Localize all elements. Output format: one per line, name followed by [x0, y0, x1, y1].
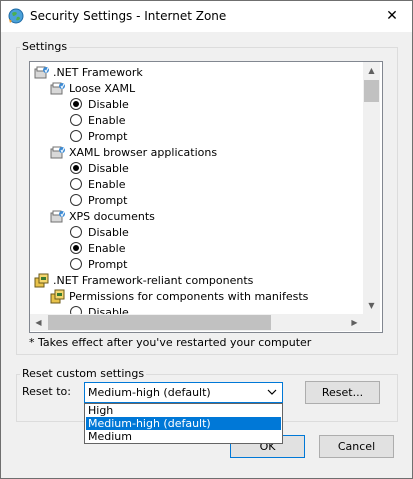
settings-group-label: Settings	[20, 40, 70, 53]
tree-node-label: .NET Framework	[53, 66, 143, 79]
scroll-corner	[363, 314, 380, 331]
radio-label: Prompt	[88, 258, 128, 271]
radio-label: Disable	[88, 162, 129, 175]
horizontal-scroll-thumb[interactable]	[48, 315, 271, 330]
reset-level-value: Medium-high (default)	[88, 386, 211, 399]
radio-label: Disable	[88, 226, 129, 239]
scroll-left-icon[interactable]: ◀	[30, 314, 47, 331]
settings-folder-icon	[50, 209, 66, 230]
dropdown-option[interactable]: Medium	[86, 430, 281, 443]
horizontal-scrollbar[interactable]: ◀ ▶	[30, 314, 363, 331]
radio-button[interactable]	[70, 226, 82, 238]
settings-folder-icon	[34, 65, 50, 86]
settings-folder-icon	[50, 145, 66, 166]
radio-label: Disable	[88, 98, 129, 111]
scroll-up-icon[interactable]: ▲	[363, 62, 380, 79]
radio-label: Enable	[88, 178, 126, 191]
tree-node-label: .NET Framework-reliant components	[53, 274, 254, 287]
reset-level-select[interactable]: Medium-high (default)	[84, 382, 283, 403]
reset-to-label: Reset to:	[22, 385, 71, 398]
radio-button[interactable]	[70, 162, 82, 174]
restart-note: * Takes effect after you've restarted yo…	[29, 336, 312, 349]
dropdown-option[interactable]: Medium-high (default)	[86, 417, 281, 430]
settings-tree[interactable]: .NET Framework Loose XAML Disable Enable Pro…	[29, 61, 383, 333]
radio-label: Prompt	[88, 130, 128, 143]
chevron-down-icon[interactable]	[266, 385, 278, 402]
radio-button[interactable]	[70, 194, 82, 206]
tree-node-label: Loose XAML	[69, 82, 136, 95]
globe-icon	[8, 8, 24, 24]
vertical-scrollbar[interactable]: ▲ ▼	[363, 62, 380, 314]
components-icon	[50, 289, 66, 310]
radio-label: Prompt	[88, 194, 128, 207]
components-icon	[34, 273, 50, 294]
settings-folder-icon	[50, 81, 66, 102]
radio-button[interactable]	[70, 98, 82, 110]
dropdown-option[interactable]: High	[86, 404, 281, 417]
radio-button[interactable]	[70, 130, 82, 142]
tree-node-label: Permissions for components with manifest…	[69, 290, 309, 303]
tree-node-label: XAML browser applications	[69, 146, 218, 159]
reset-group-label: Reset custom settings	[20, 367, 147, 380]
radio-button[interactable]	[70, 258, 82, 270]
close-button[interactable]: ✕	[377, 4, 407, 28]
scroll-right-icon[interactable]: ▶	[346, 314, 363, 331]
radio-button[interactable]	[70, 114, 82, 126]
reset-level-dropdown[interactable]: High Medium-high (default) Medium	[84, 403, 283, 444]
tree-node-label: XPS documents	[69, 210, 155, 223]
radio-button[interactable]	[70, 242, 82, 254]
radio-label: Enable	[88, 114, 126, 127]
radio-button[interactable]	[70, 178, 82, 190]
cancel-button[interactable]: Cancel	[319, 435, 394, 458]
reset-button[interactable]: Reset...	[305, 381, 380, 404]
scroll-down-icon[interactable]: ▼	[363, 297, 380, 314]
radio-label: Enable	[88, 242, 126, 255]
vertical-scroll-thumb[interactable]	[364, 80, 379, 102]
window-title: Security Settings - Internet Zone	[30, 9, 227, 23]
